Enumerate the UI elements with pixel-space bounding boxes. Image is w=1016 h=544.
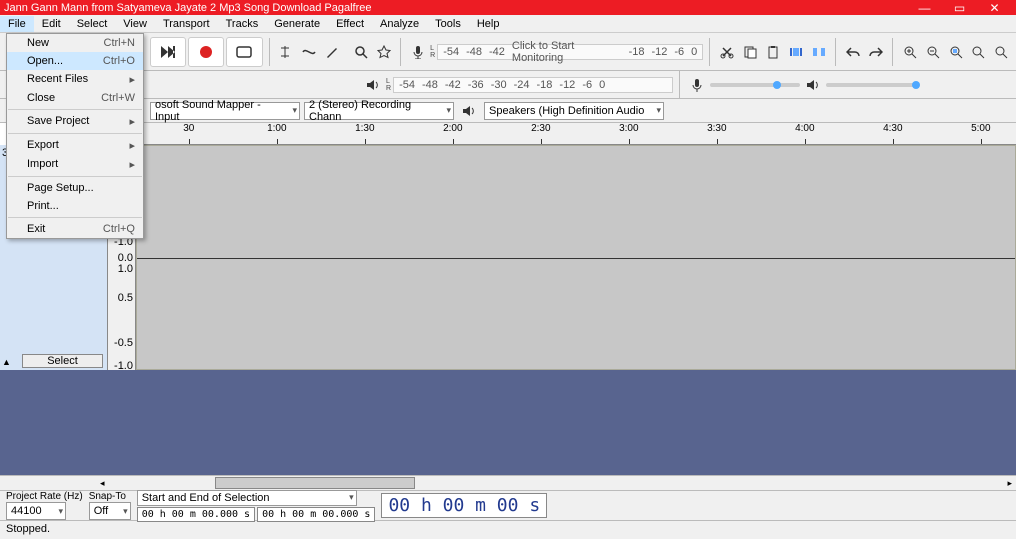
minimize-button[interactable]: —: [907, 0, 942, 15]
maximize-button[interactable]: ▭: [942, 0, 977, 15]
status-bar: Stopped.: [0, 521, 1016, 539]
menu-tracks[interactable]: Tracks: [218, 16, 267, 32]
track-select-button[interactable]: Select: [22, 354, 103, 368]
playback-volume-slider[interactable]: [826, 83, 916, 87]
playback-device-icon: [458, 100, 480, 122]
multi-tool-button[interactable]: [373, 41, 394, 63]
filemenu-new[interactable]: NewCtrl+N: [7, 34, 143, 52]
filemenu-export[interactable]: Export▸: [7, 136, 143, 155]
paste-button[interactable]: [762, 41, 783, 63]
close-button[interactable]: ✕: [977, 0, 1012, 15]
menu-help[interactable]: Help: [469, 16, 508, 32]
mic-slider-icon: [686, 74, 708, 96]
secondary-toolbar: LR -54-48-42-36-30-24-18-12-60: [0, 71, 1016, 99]
snap-to-combo[interactable]: Off: [89, 502, 131, 520]
snap-to-label: Snap-To: [89, 491, 131, 502]
recording-device-combo[interactable]: osoft Sound Mapper - Input: [150, 102, 300, 120]
selection-tool-button[interactable]: [275, 41, 296, 63]
playback-meter[interactable]: -54-48-42-36-30-24-18-12-60: [393, 77, 673, 93]
menu-effect[interactable]: Effect: [328, 16, 372, 32]
recording-volume-slider[interactable]: [710, 83, 800, 87]
menu-edit[interactable]: Edit: [34, 16, 69, 32]
selection-toolbar: Project Rate (Hz) 44100 Snap-To Off Star…: [0, 491, 1016, 521]
skip-end-button[interactable]: [150, 37, 186, 67]
filemenu-print-[interactable]: Print...: [7, 197, 143, 215]
playback-device-combo[interactable]: Speakers (High Definition Audio: [484, 102, 664, 120]
project-rate-combo[interactable]: 44100: [6, 502, 66, 520]
loop-button[interactable]: [226, 37, 262, 67]
menu-generate[interactable]: Generate: [266, 16, 328, 32]
scrollbar-thumb[interactable]: [215, 477, 415, 489]
fit-project-button[interactable]: [968, 41, 989, 63]
record-meter-mic-icon[interactable]: [407, 41, 428, 63]
zoom-tool-button[interactable]: [350, 41, 371, 63]
play-meter-speaker-icon[interactable]: [362, 74, 384, 96]
copy-button[interactable]: [739, 41, 760, 63]
recording-meter[interactable]: -54-48-42Click to Start Monitoring-18-12…: [437, 44, 703, 60]
filemenu-exit[interactable]: ExitCtrl+Q: [7, 220, 143, 238]
play-meter-lr-label: LR: [386, 78, 391, 92]
selection-end-field[interactable]: 00 h 00 m 00.000 s: [257, 507, 375, 522]
speaker-slider-icon: [802, 74, 824, 96]
menu-select[interactable]: Select: [69, 16, 116, 32]
scroll-left-icon[interactable]: ◂: [100, 478, 105, 489]
zoom-toggle-button[interactable]: [991, 41, 1012, 63]
main-toolbar: LR -54-48-42Click to Start Monitoring-18…: [0, 33, 1016, 71]
filemenu-save-project[interactable]: Save Project▸: [7, 112, 143, 131]
zoom-out-button[interactable]: [922, 41, 943, 63]
envelope-tool-button[interactable]: [298, 41, 319, 63]
menu-transport[interactable]: Transport: [155, 16, 218, 32]
menu-file[interactable]: File: [0, 16, 34, 32]
record-button[interactable]: [188, 37, 224, 67]
filemenu-import[interactable]: Import▸: [7, 155, 143, 174]
trim-button[interactable]: [785, 41, 806, 63]
filemenu-close[interactable]: CloseCtrl+W: [7, 89, 143, 107]
rec-meter-lr-label: LR: [430, 45, 435, 59]
filemenu-recent-files[interactable]: Recent Files▸: [7, 70, 143, 89]
selection-mode-combo[interactable]: Start and End of Selection: [137, 490, 357, 506]
filemenu-open-[interactable]: Open...Ctrl+O: [7, 52, 143, 70]
recording-channels-combo[interactable]: 2 (Stereo) Recording Chann: [304, 102, 454, 120]
menu-view[interactable]: View: [115, 16, 155, 32]
waveform-canvas[interactable]: [136, 145, 1016, 370]
zoom-in-button[interactable]: [899, 41, 920, 63]
undo-button[interactable]: [842, 41, 863, 63]
project-rate-label: Project Rate (Hz): [6, 491, 83, 502]
empty-track-area: [0, 370, 1016, 475]
scroll-right-icon[interactable]: ▸: [1007, 478, 1012, 489]
cut-button[interactable]: [716, 41, 737, 63]
menu-analyze[interactable]: Analyze: [372, 16, 427, 32]
app-title: Jann Gann Mann from Satyameva Jayate 2 M…: [4, 2, 372, 14]
timeline-ruler[interactable]: 301:001:302:002:303:003:304:004:305:00: [136, 123, 1016, 145]
redo-button[interactable]: [865, 41, 886, 63]
selection-start-field[interactable]: 00 h 00 m 00.000 s: [137, 507, 255, 522]
menubar: FileEditSelectViewTransportTracksGenerat…: [0, 15, 1016, 33]
menu-tools[interactable]: Tools: [427, 16, 469, 32]
filemenu-page-setup-[interactable]: Page Setup...: [7, 179, 143, 197]
device-toolbar: osoft Sound Mapper - Input 2 (Stereo) Re…: [0, 99, 1016, 123]
fit-selection-button[interactable]: [945, 41, 966, 63]
file-menu-dropdown: NewCtrl+NOpen...Ctrl+ORecent Files▸Close…: [6, 33, 144, 239]
silence-button[interactable]: [808, 41, 829, 63]
track-area: 32-bit float ▲ Select 1.00.5-0.5-1.01.00…: [0, 145, 1016, 370]
track-collapse-icon[interactable]: ▲: [2, 357, 11, 367]
draw-tool-button[interactable]: [321, 41, 342, 63]
time-display[interactable]: 00 h 00 m 00 s: [381, 493, 547, 518]
titlebar: Jann Gann Mann from Satyameva Jayate 2 M…: [0, 0, 1016, 15]
